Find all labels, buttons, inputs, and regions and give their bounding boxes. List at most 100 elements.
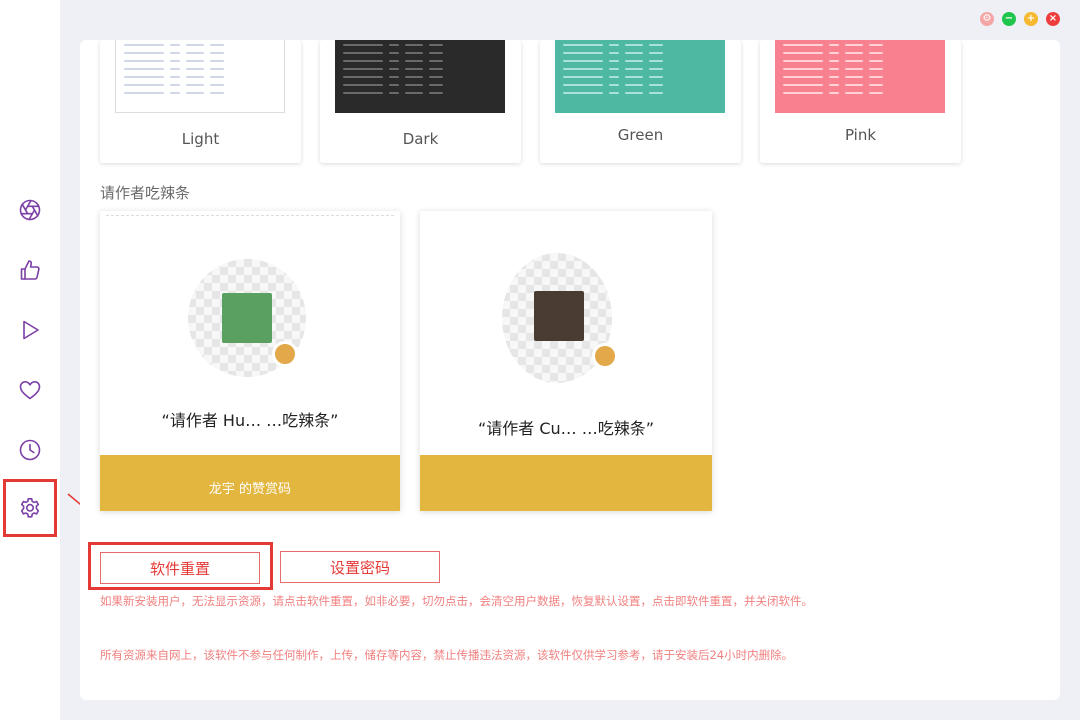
set-password-button[interactable]: 设置密码 (280, 551, 440, 583)
preview-line (649, 76, 663, 78)
preview-line (609, 76, 619, 78)
preview-row (783, 75, 937, 80)
preview-line (389, 68, 399, 70)
card-border-line (106, 215, 394, 216)
preview-line (124, 76, 164, 78)
preview-line (869, 92, 883, 94)
preview-line (343, 52, 383, 54)
annotation-highlight-box (88, 542, 273, 590)
donate-caption: “请作者 Hu… …吃辣条” (161, 411, 339, 430)
heart-icon (19, 381, 41, 400)
sidebar-item-play[interactable] (0, 300, 60, 360)
theme-label: Green (617, 126, 664, 144)
sidebar-item-history[interactable] (0, 420, 60, 480)
preview-line (343, 76, 383, 78)
preview-line (405, 92, 423, 94)
preview-line (625, 52, 643, 54)
preview-row (124, 91, 276, 96)
preview-line (845, 76, 863, 78)
preview-row (343, 75, 497, 80)
preview-row (124, 43, 276, 48)
preview-line (429, 52, 443, 54)
preview-line (783, 76, 823, 78)
preview-row (343, 43, 497, 48)
preview-line (609, 60, 619, 62)
sidebar-item-discover[interactable] (0, 180, 60, 240)
preview-line (389, 76, 399, 78)
sidebar-item-settings[interactable] (3, 479, 57, 537)
settings-panel: Light Dark Green Pink 请作者吃辣条 “请作者 Hu… …吃… (80, 40, 1060, 700)
preview-row (563, 59, 717, 64)
preview-line (210, 92, 224, 94)
preview-line (343, 60, 383, 62)
play-icon (23, 320, 39, 340)
preview-line (186, 92, 204, 94)
minimize-button[interactable]: − (1002, 12, 1016, 26)
qr-avatar (534, 291, 584, 341)
preview-line (210, 52, 224, 54)
preview-line (405, 60, 423, 62)
preview-line (563, 60, 603, 62)
preview-line (625, 44, 643, 46)
preview-line (625, 84, 643, 86)
preview-row (343, 67, 497, 72)
settings-dot-button[interactable]: ⚙ (980, 12, 994, 26)
preview-line (869, 76, 883, 78)
sidebar (0, 0, 60, 720)
theme-label: Light (181, 130, 220, 148)
close-button[interactable]: × (1046, 12, 1060, 26)
preview-line (869, 60, 883, 62)
theme-card-light[interactable]: Light (100, 40, 301, 163)
reward-badge-icon (272, 341, 298, 367)
preview-line (869, 52, 883, 54)
reward-badge-icon (592, 343, 618, 369)
preview-line (625, 76, 643, 78)
preview-line (563, 92, 603, 94)
preview-row (343, 59, 497, 64)
theme-preview (335, 40, 505, 113)
preview-line (405, 52, 423, 54)
theme-label: Dark (402, 130, 439, 148)
preview-line (649, 84, 663, 86)
preview-line (609, 44, 619, 46)
preview-line (649, 44, 663, 46)
preview-line (783, 60, 823, 62)
preview-line (829, 84, 839, 86)
preview-row (783, 91, 937, 96)
preview-line (186, 76, 204, 78)
preview-line (845, 52, 863, 54)
preview-line (649, 68, 663, 70)
theme-card-pink[interactable]: Pink (760, 40, 961, 163)
preview-line (124, 52, 164, 54)
preview-row (343, 83, 497, 88)
preview-line (649, 60, 663, 62)
preview-line (625, 60, 643, 62)
preview-row (124, 75, 276, 80)
preview-line (343, 68, 383, 70)
preview-row (783, 67, 937, 72)
theme-preview (115, 40, 285, 113)
preview-line (170, 52, 180, 54)
preview-line (186, 44, 204, 46)
window-controls: ⚙ − + × (980, 12, 1060, 26)
preview-line (210, 44, 224, 46)
theme-card-green[interactable]: Green (540, 40, 741, 163)
preview-line (845, 92, 863, 94)
preview-line (210, 76, 224, 78)
preview-line (429, 76, 443, 78)
qr-avatar (222, 293, 272, 343)
preview-row (783, 43, 937, 48)
preview-row (124, 83, 276, 88)
preview-line (210, 68, 224, 70)
preview-line (563, 44, 603, 46)
maximize-button[interactable]: + (1024, 12, 1038, 26)
preview-line (429, 68, 443, 70)
sidebar-item-favorites[interactable] (0, 360, 60, 420)
section-title: 请作者吃辣条 (100, 184, 191, 202)
theme-card-dark[interactable]: Dark (320, 40, 521, 163)
sidebar-item-recommend[interactable] (0, 240, 60, 300)
preview-line (124, 92, 164, 94)
preview-row (124, 67, 276, 72)
preview-row (124, 51, 276, 56)
donate-card: “请作者 Hu… …吃辣条” 龙宇 的赞赏码 (100, 211, 400, 511)
